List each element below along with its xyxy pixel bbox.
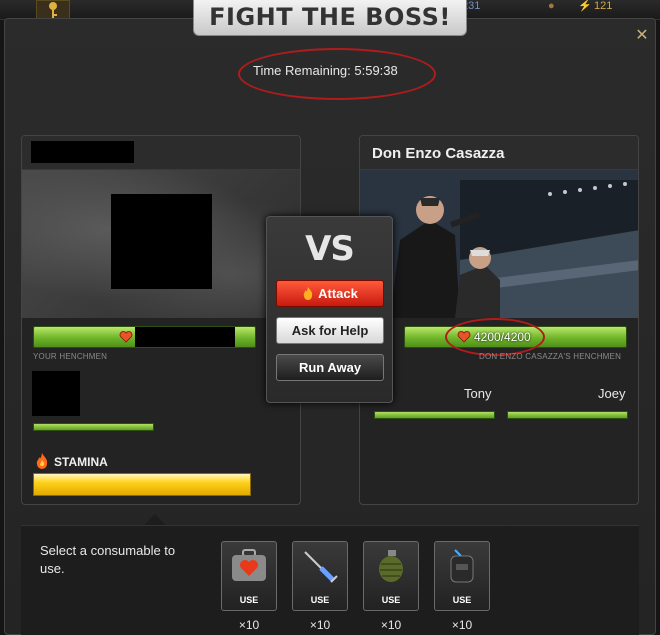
boss-henchmen-label: DON ENZO CASAZZA'S HENCHMEN (479, 352, 622, 361)
henchman-name: Tony (464, 386, 492, 401)
use-label: USE (310, 595, 330, 605)
use-label: USE (452, 595, 472, 605)
action-box: VS Attack Ask for Help Run Away (266, 216, 393, 403)
consumable-pointer (144, 514, 166, 525)
your-henchmen-label: YOUR HENCHMEN (33, 352, 108, 361)
explosive-device-icon (450, 549, 474, 583)
player-panel-header (22, 136, 300, 170)
ask-for-help-button[interactable]: Ask for Help (276, 317, 384, 344)
first-aid-kit-icon (232, 549, 266, 581)
henchman-health-bar (507, 411, 628, 419)
player-portrait-background (22, 170, 300, 318)
syringe-icon (304, 551, 338, 583)
boss-illustration (360, 170, 638, 318)
stat-gold-value: 121 (594, 0, 613, 12)
boss-panel-header: Don Enzo Casazza (360, 136, 638, 170)
redacted-player-avatar (111, 194, 212, 289)
player-panel (21, 135, 301, 505)
money-bag-icon: ● (548, 0, 555, 12)
redacted-player-health (135, 327, 235, 347)
lightning-icon: ⚡ (578, 0, 592, 12)
henchman-health-bar (374, 411, 495, 419)
modal-title: FIGHT THE BOSS! (193, 0, 467, 36)
heart-icon (119, 331, 133, 343)
consumable-syringe[interactable]: USE (292, 541, 348, 611)
key-icon (49, 2, 57, 18)
attack-button-label: Attack (318, 286, 358, 301)
boss-portrait (360, 170, 638, 318)
consumable-first-aid-kit[interactable]: USE (221, 541, 277, 611)
consumable-count: ×10 (451, 618, 473, 632)
close-icon[interactable]: ✕ (634, 28, 650, 44)
consumable-prompt: Select a consumable to use. (40, 543, 176, 576)
henchman-name: Joey (598, 386, 626, 401)
consumable-count: ×10 (309, 618, 331, 632)
redacted-henchman-avatar (32, 371, 80, 416)
attack-button[interactable]: Attack (276, 280, 384, 307)
stamina-bar (33, 473, 251, 496)
stamina-label: STAMINA (54, 455, 108, 469)
player-health-bar (33, 326, 256, 348)
consumable-count: ×10 (380, 618, 402, 632)
run-away-button[interactable]: Run Away (276, 354, 384, 381)
use-label: USE (239, 595, 259, 605)
key-slot[interactable] (36, 0, 70, 20)
consumable-count: ×10 (238, 618, 260, 632)
consumable-grenade[interactable]: USE (363, 541, 419, 611)
redacted-player-name (31, 141, 134, 163)
flame-icon (303, 287, 313, 300)
use-label: USE (381, 595, 401, 605)
flame-icon (36, 453, 48, 469)
boss-health-highlight-circle (445, 318, 545, 356)
vs-label: VS (305, 229, 355, 269)
grenade-icon (379, 550, 403, 582)
consumable-explosive[interactable]: USE (434, 541, 490, 611)
player-henchman-health-bar (33, 423, 154, 431)
boss-name: Don Enzo Casazza (372, 145, 505, 162)
timer-highlight-circle (238, 48, 436, 100)
